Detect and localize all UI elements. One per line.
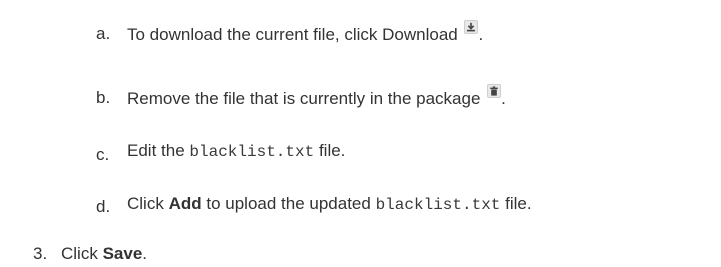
step-a-text: To download the current file, click Down… <box>127 20 483 46</box>
step-3-text-after: . <box>142 244 148 263</box>
step-b-text: Remove the file that is currently in the… <box>127 84 506 110</box>
step-d-filename: blacklist.txt <box>375 196 501 214</box>
step-d-marker: d. <box>96 197 111 216</box>
download-icon <box>464 20 479 34</box>
step-c-filename: blacklist.txt <box>189 143 315 161</box>
step-3-text-before: Click <box>61 244 98 263</box>
step-b-text-after: . <box>501 89 506 108</box>
step-3-text: Click Save. <box>61 243 147 265</box>
step-c-marker: c. <box>96 145 110 164</box>
step-d-add-label: Add <box>168 194 202 213</box>
step-3-save-label: Save <box>102 244 143 263</box>
step-a-marker: a. <box>96 24 111 43</box>
step-d-text-after: file. <box>505 194 532 213</box>
step-c-text-after: file. <box>318 141 346 160</box>
step-3-marker: 3. <box>33 244 48 263</box>
step-a-text-after: . <box>478 25 484 44</box>
step-b-text-before: Remove the file that is currently in the… <box>127 89 481 108</box>
trash-icon <box>487 84 502 98</box>
step-d-text-middle: to upload the updated <box>206 194 371 213</box>
document-page: { "steps": [ { "marker": "a.", "text_bef… <box>0 0 721 267</box>
step-a-text-before: To download the current file, click Down… <box>127 25 458 44</box>
step-d-text: Click Add to upload the updated blacklis… <box>127 193 532 216</box>
step-c-text-before: Edit the <box>127 141 185 160</box>
step-b-marker: b. <box>96 88 111 107</box>
step-d-text-before: Click <box>127 194 164 213</box>
step-c-text: Edit the blacklist.txt file. <box>127 140 345 163</box>
